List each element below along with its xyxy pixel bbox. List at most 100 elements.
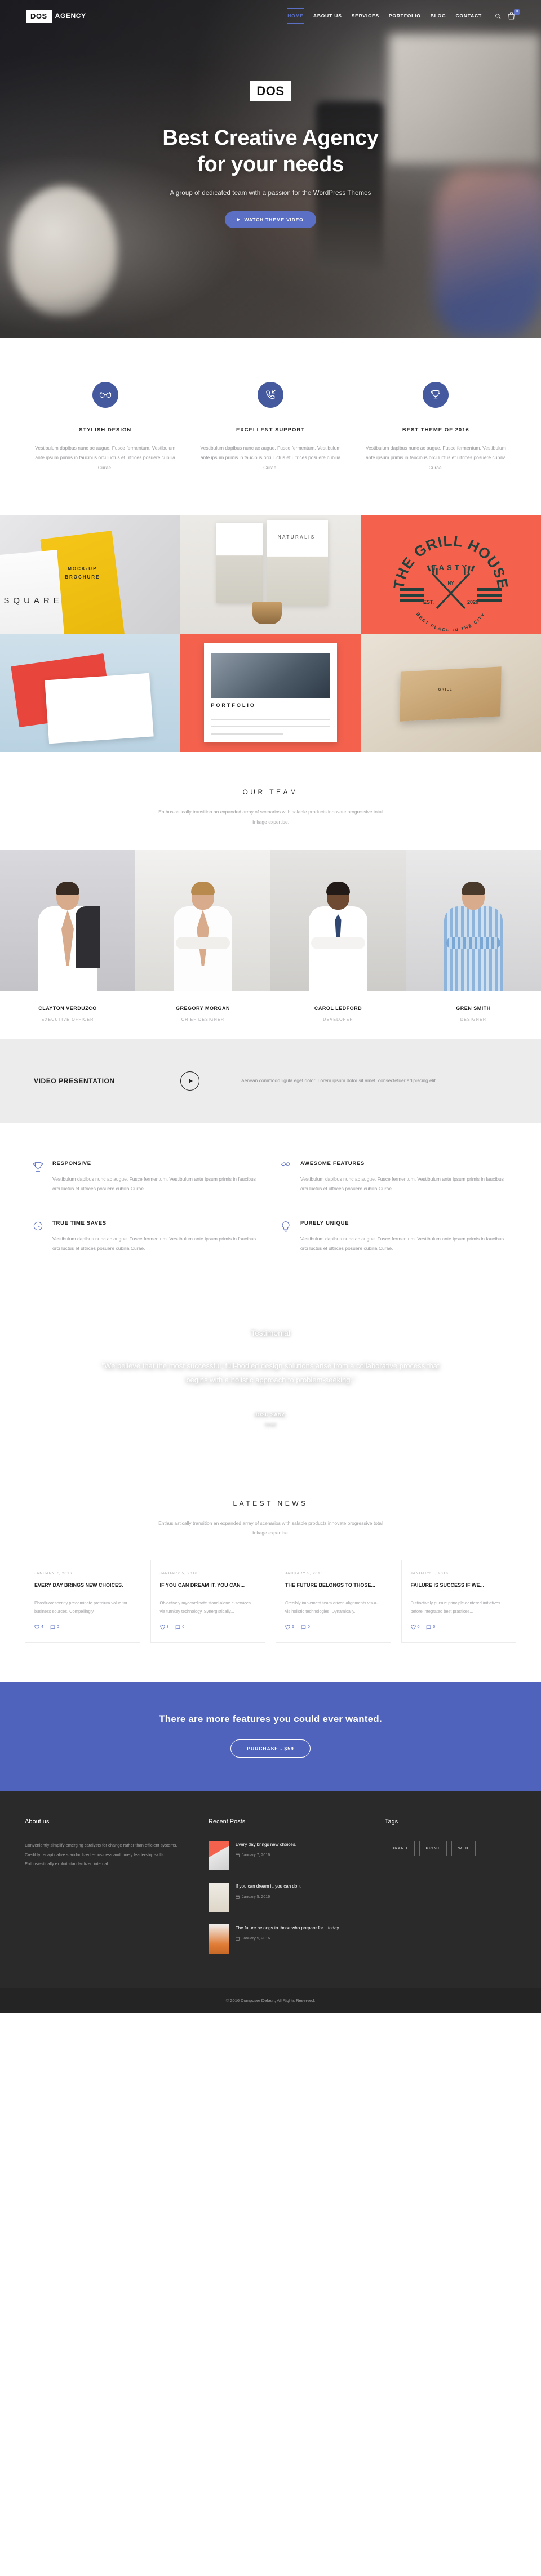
comment-count[interactable]: 0 bbox=[175, 1625, 184, 1630]
like-count[interactable]: 3 bbox=[159, 1625, 168, 1630]
purchase-button[interactable]: PURCHASE - $59 bbox=[230, 1739, 311, 1758]
feature-text: Vestibulum dapibus nunc ac augue. Fusce … bbox=[52, 1176, 256, 1192]
news-title[interactable]: THE FUTURE BELONGS TO THOSE... bbox=[285, 1582, 382, 1590]
news-title[interactable]: IF YOU CAN DREAM IT, YOU CAN... bbox=[160, 1582, 256, 1590]
team-grid: CLAYTON VERDUZCO EXECUTIVE OFFICER GREGO… bbox=[0, 849, 541, 1039]
team-member-info: CAROL LEDFORD DEVELOPER bbox=[270, 990, 406, 1039]
recent-post-title[interactable]: Every day brings new choices. bbox=[236, 1841, 296, 1849]
feature-purely-unique: PURELY UNIQUE Vestibulum dapibus nunc ac… bbox=[281, 1220, 508, 1254]
team-member-info: GREGORY MORGAN CHIEF DESIGNER bbox=[135, 990, 270, 1039]
recent-post-title[interactable]: The future belongs to those who prepare … bbox=[236, 1924, 340, 1932]
feature-text: Vestibulum dapibus nunc ac augue. Fusce … bbox=[300, 1176, 504, 1192]
news-meta: 4 0 bbox=[34, 1625, 131, 1630]
nav-item-services[interactable]: SERVICES bbox=[352, 8, 379, 24]
portfolio-item-naturalis[interactable]: NATURALIS bbox=[180, 515, 361, 634]
team-member-card[interactable]: CLAYTON VERDUZCO EXECUTIVE OFFICER bbox=[0, 849, 135, 1039]
news-excerpt: Phosfluorescently predominate premium va… bbox=[34, 1600, 128, 1614]
news-excerpt: Credibly implement team driven alignment… bbox=[285, 1600, 378, 1614]
calendar-icon bbox=[236, 1937, 240, 1941]
hero-title-line-2: for your needs bbox=[197, 152, 344, 176]
page-root: DOS AGENCY HOME ABOUT US SERVICES PORTFO… bbox=[0, 0, 541, 2013]
recent-post-item[interactable]: The future belongs to those who prepare … bbox=[208, 1924, 369, 1954]
team-member-photo bbox=[270, 849, 406, 991]
team-member-head bbox=[326, 881, 350, 910]
hero-title: Best Creative Agency for your needs bbox=[0, 125, 541, 177]
news-date: JANUARY 5, 2016 bbox=[159, 1572, 198, 1576]
news-date: JANUARY 5, 2016 bbox=[285, 1572, 323, 1576]
portfolio-item-envelopes[interactable] bbox=[0, 634, 180, 753]
recent-post-date: January 7, 2016 bbox=[236, 1853, 296, 1857]
team-member-name: GREGORY MORGAN bbox=[175, 1005, 230, 1011]
like-count[interactable]: 0 bbox=[410, 1625, 419, 1630]
nav-item-about-us[interactable]: ABOUT US bbox=[313, 8, 342, 24]
team-member-card[interactable]: CAROL LEDFORD DEVELOPER bbox=[270, 849, 406, 1039]
cta-section: There are more features you could ever w… bbox=[0, 1682, 541, 1792]
team-section-subtitle: Enthusiastically transition an expanded … bbox=[158, 809, 383, 825]
news-card[interactable]: JANUARY 7, 2016 EVERY DAY BRINGS NEW CHO… bbox=[25, 1560, 140, 1643]
news-date: JANUARY 5, 2016 bbox=[410, 1572, 449, 1576]
services-section: STYLISH DESIGN Vestibulum dapibus nunc a… bbox=[0, 338, 541, 516]
team-member-photo bbox=[135, 849, 270, 991]
recent-post-title[interactable]: If you can dream it, you can do it. bbox=[236, 1883, 302, 1890]
comment-count[interactable]: 0 bbox=[50, 1625, 59, 1630]
portfolio-item-portfolio-brochure[interactable]: PORTFOLIO bbox=[180, 634, 361, 753]
team-member-card[interactable]: GREGORY MORGAN CHIEF DESIGNER bbox=[135, 849, 270, 1039]
tag-brand[interactable]: BRAND bbox=[384, 1841, 415, 1857]
site-logo[interactable]: DOS AGENCY bbox=[26, 9, 86, 23]
portfolio-item-2-label: NATURALIS bbox=[277, 534, 316, 540]
team-member-figure bbox=[444, 881, 503, 991]
team-member-name: GREN SMITH bbox=[456, 1005, 491, 1011]
hero-content: DOS Best Creative Agency for your needs … bbox=[0, 32, 541, 228]
news-meta: 3 0 bbox=[159, 1625, 256, 1630]
svg-text:NY: NY bbox=[447, 581, 454, 586]
comment-count[interactable]: 0 bbox=[301, 1625, 310, 1630]
portfolio-item-5-rule bbox=[211, 719, 330, 720]
play-icon[interactable] bbox=[180, 1071, 199, 1091]
feature-awesome-features: AWESOME FEATURES Vestibulum dapibus nunc… bbox=[281, 1160, 508, 1194]
comment-count[interactable]: 0 bbox=[426, 1625, 435, 1630]
shopping-bag-icon[interactable]: 0 bbox=[508, 9, 520, 20]
team-member-figure bbox=[309, 881, 367, 991]
nav-item-blog[interactable]: BLOG bbox=[431, 8, 446, 24]
nav-item-home[interactable]: HOME bbox=[287, 8, 304, 24]
testimonial-label: Testimonial bbox=[250, 1328, 291, 1337]
portfolio-item-square-mockup[interactable]: MOCK-UP BROCHURE SQUARE bbox=[0, 515, 180, 634]
service-text: Vestibulum dapibus nunc ac augue. Fusce … bbox=[35, 445, 176, 470]
recent-post-item[interactable]: Every day brings new choices. January 7,… bbox=[208, 1841, 369, 1871]
recent-post-item[interactable]: If you can dream it, you can do it. Janu… bbox=[208, 1883, 369, 1912]
footer-widget-recent-posts: Recent Posts Every day brings new choice… bbox=[208, 1818, 369, 1966]
glasses-icon bbox=[92, 382, 118, 408]
portfolio-item-grill-house[interactable]: THE GRILL HOUSE TASTY NY EST. 2020 BEST … bbox=[361, 515, 541, 634]
service-text: Vestibulum dapibus nunc ac augue. Fusce … bbox=[365, 445, 506, 470]
svg-text:TASTY: TASTY bbox=[432, 563, 470, 572]
team-member-body bbox=[444, 906, 503, 991]
watch-theme-video-button[interactable]: WATCH THEME VIDEO bbox=[225, 211, 316, 228]
team-member-card[interactable]: GREN SMITH DESIGNER bbox=[406, 849, 541, 1039]
portfolio-item-5-rule bbox=[211, 726, 330, 728]
like-count[interactable]: 4 bbox=[34, 1625, 43, 1630]
recent-post-thumbnail bbox=[208, 1883, 229, 1912]
nav-item-contact[interactable]: CONTACT bbox=[455, 8, 482, 24]
hero-title-line-1: Best Creative Agency bbox=[162, 126, 379, 150]
news-card[interactable]: JANUARY 5, 2016 FAILURE IS SUCCESS IF WE… bbox=[401, 1560, 516, 1643]
news-card[interactable]: JANUARY 5, 2016 IF YOU CAN DREAM IT, YOU… bbox=[150, 1560, 265, 1643]
hero-logo: DOS bbox=[250, 81, 291, 102]
news-date: JANUARY 7, 2016 bbox=[34, 1572, 73, 1576]
footer-widget-tags: Tags BRAND PRINT WEB bbox=[384, 1818, 516, 1966]
news-card[interactable]: JANUARY 5, 2016 THE FUTURE BELONGS TO TH… bbox=[276, 1560, 391, 1643]
feature-title: PURELY UNIQUE bbox=[300, 1220, 349, 1226]
news-title[interactable]: EVERY DAY BRINGS NEW CHOICES. bbox=[34, 1582, 131, 1590]
portfolio-item-6-label: GRILL bbox=[438, 688, 453, 692]
tag-list: BRAND PRINT WEB bbox=[384, 1841, 516, 1857]
tag-web[interactable]: WEB bbox=[451, 1841, 476, 1857]
news-title[interactable]: FAILURE IS SUCCESS IF WE... bbox=[411, 1582, 507, 1590]
like-count[interactable]: 6 bbox=[285, 1625, 294, 1630]
footer: About us Conveniently simplify emerging … bbox=[0, 1791, 541, 1989]
tag-print[interactable]: PRINT bbox=[419, 1841, 447, 1857]
phone-incoming-icon bbox=[257, 382, 283, 408]
portfolio-item-box-packaging[interactable]: GRILL bbox=[361, 634, 541, 753]
nav-item-portfolio[interactable]: PORTFOLIO bbox=[389, 8, 421, 24]
testimonial-quote: "We believe that the most successful, fu… bbox=[101, 1361, 440, 1385]
search-icon[interactable] bbox=[495, 13, 501, 19]
logo-text: AGENCY bbox=[55, 12, 86, 20]
